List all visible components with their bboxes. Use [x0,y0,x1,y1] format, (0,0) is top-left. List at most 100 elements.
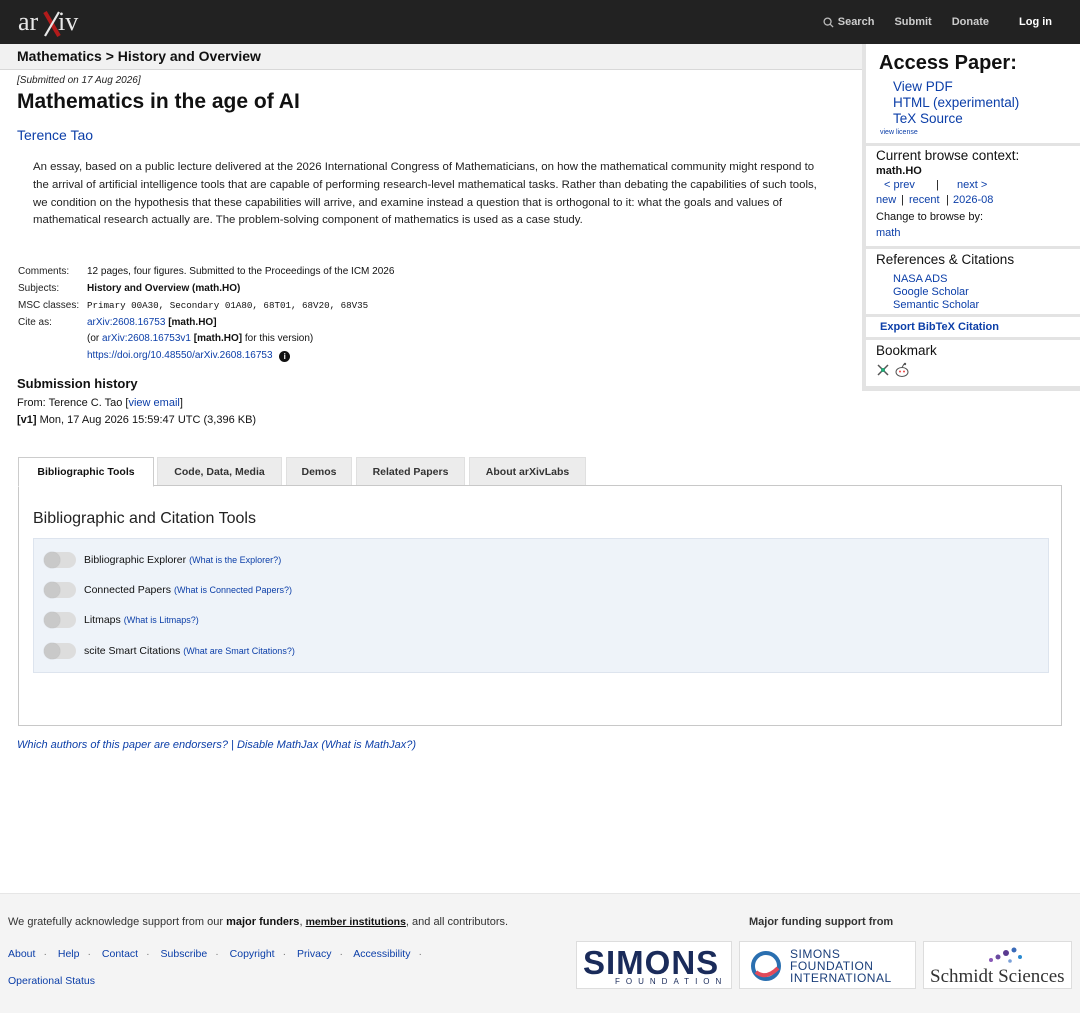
submission-from: From: Terence C. Tao [view email] [17,397,183,409]
footer-links: About · Help · Contact · Subscribe · Copyrig… [8,948,422,960]
disable-mathjax-link[interactable]: Disable MathJax [237,739,318,751]
bibtex-box: Export BibTeX Citation [866,317,1080,337]
access-paper-heading: Access Paper: [879,52,1017,74]
submission-v1: [v1] Mon, 17 Aug 2026 15:59:47 UTC (3,39… [17,414,256,426]
author-link[interactable]: Terence Tao [17,127,93,143]
schmidt-dots-icon [989,947,1022,963]
arxiv-logo[interactable]: ar iv [18,6,98,38]
simons-foundation-logo[interactable]: SIMONS FOUNDATION [576,941,732,989]
footer-accessibility[interactable]: Accessibility [353,948,410,960]
tab-related-papers[interactable]: Related Papers [356,457,465,486]
subjects-value: History and Overview (math.HO) [87,283,241,294]
cite-v1-link[interactable]: arXiv:2608.16753v1 [102,333,191,344]
cite-version-text: for this version) [244,333,314,344]
footer-about[interactable]: About [8,948,35,960]
bibliographic-explorer-toggle[interactable] [44,552,76,568]
cite-label: Cite as: [18,317,52,328]
browse-math-link[interactable]: math [876,227,900,239]
recent-link[interactable]: recent [909,194,940,206]
tool-help-link[interactable]: What is the Explorer? [192,555,278,565]
tab-panel: Bibliographic and Citation Tools Bibliog… [18,485,1062,726]
view-license-link[interactable]: view license [880,129,918,136]
references-box: References & Citations NASA ADS Google S… [866,249,1080,314]
view-pdf-link[interactable]: View PDF [893,79,953,94]
schmidt-sciences-logo[interactable]: Schmidt Sciences [923,941,1072,989]
info-icon[interactable]: i [279,351,291,362]
next-link[interactable]: next > [957,179,987,191]
bookmark-heading: Bookmark [876,343,937,358]
litmaps-toggle[interactable] [44,612,76,628]
semantic-scholar-link[interactable]: Semantic Scholar [893,299,979,311]
cite-id-link[interactable]: arXiv:2608.16753 [87,317,165,328]
nasa-ads-link[interactable]: NASA ADS [893,273,947,285]
browse-context-heading: Current browse context: [876,148,1020,163]
schmidt-wordmark: Schmidt Sciences [930,966,1065,987]
footer-copyright[interactable]: Copyright [230,948,275,960]
tab-about-arxivlabs[interactable]: About arXivLabs [469,457,586,486]
simons-foundation-international-logo[interactable]: SIMONS FOUNDATION INTERNATIONAL [739,941,916,989]
breadcrumb[interactable]: Mathematics > History and Overview [17,48,261,64]
footer-help[interactable]: Help [58,948,80,960]
donate-link[interactable]: Donate [952,16,989,28]
tool-help-link[interactable]: What is Connected Papers? [177,585,289,595]
connected-papers-toggle[interactable] [44,582,76,598]
version-label: [v1] [17,414,37,426]
breadcrumb-bar: Mathematics > History and Overview [0,44,864,70]
new-link[interactable]: new [876,194,896,206]
prev-link[interactable]: < prev [884,179,915,191]
operational-status-link[interactable]: Operational Status [8,975,95,987]
tab-bibliographic-tools[interactable]: Bibliographic Tools [18,457,154,487]
bibsonomy-icon[interactable] [876,363,890,377]
sidebar: Access Paper: View PDF HTML (experimenta… [862,44,1080,391]
html-link[interactable]: HTML (experimental) [893,95,1019,110]
tool-help-link[interactable]: What are Smart Citations? [186,646,292,656]
footer-privacy[interactable]: Privacy [297,948,331,960]
footer: We gratefully acknowledge support from o… [0,893,1080,1013]
bookmark-box: Bookmark [866,340,1080,386]
what-is-mathjax-link[interactable]: (What is MathJax?) [321,739,416,751]
tool-label: Connected Papers [84,584,171,596]
msc-label: MSC classes: [18,300,80,311]
sfi-wordmark: SIMONS FOUNDATION INTERNATIONAL [790,948,892,984]
from-close: ] [179,397,183,409]
member-institutions-link[interactable]: member institutions [306,916,406,928]
scite-toggle[interactable] [44,643,76,659]
search-button[interactable]: Search [823,16,874,28]
access-paper-box: Access Paper: View PDF HTML (experimenta… [866,44,1080,143]
view-email-link[interactable]: view email [128,397,179,409]
nav-separator: | [936,179,939,191]
change-browse-label: Change to browse by: [876,211,984,223]
tools-heading: Bibliographic and Citation Tools [33,510,256,527]
export-bibtex-link[interactable]: Export BibTeX Citation [880,321,999,333]
major-funders[interactable]: major funders [226,916,299,928]
footer-subscribe[interactable]: Subscribe [161,948,208,960]
month-link[interactable]: 2026-08 [953,194,993,206]
tex-source-link[interactable]: TeX Source [893,111,963,126]
cite-v1-category: [math.HO] [193,333,243,344]
nav-separator: | [901,194,904,206]
browse-context-box: Current browse context: math.HO < prev |… [866,146,1080,246]
acknowledgement: We gratefully acknowledge support from o… [8,916,508,928]
login-link[interactable]: Log in [1019,16,1052,28]
submit-link[interactable]: Submit [894,16,931,28]
cite-category: [math.HO] [168,317,217,328]
submission-history-heading: Submission history [17,376,138,391]
references-heading: References & Citations [876,252,1015,267]
ack-text: We gratefully acknowledge support from o… [8,916,224,928]
msc-value: Primary 00A30, Secondary 01A80, 68T01, 6… [87,300,369,311]
tab-demos[interactable]: Demos [286,457,352,486]
reddit-icon[interactable] [894,362,910,378]
google-scholar-link[interactable]: Google Scholar [893,286,969,298]
tab-code-data-media[interactable]: Code, Data, Media [157,457,282,486]
footer-contact[interactable]: Contact [102,948,138,960]
endorsers-row: Which authors of this paper are endorser… [17,739,416,751]
doi-link[interactable]: https://doi.org/10.48550/arXiv.2608.1675… [87,350,273,361]
endorsers-link[interactable]: Which authors of this paper are endorser… [17,739,228,751]
browse-context-value: math.HO [876,165,922,177]
cite-or: (or [87,333,100,344]
svg-text:ar: ar [18,7,39,36]
svg-text:iv: iv [58,7,78,36]
tool-connected-papers: Connected Papers (What is Connected Pape… [44,580,292,600]
tool-help-link[interactable]: What is Litmaps? [127,615,196,625]
major-support-label: Major funding support from [749,916,894,928]
